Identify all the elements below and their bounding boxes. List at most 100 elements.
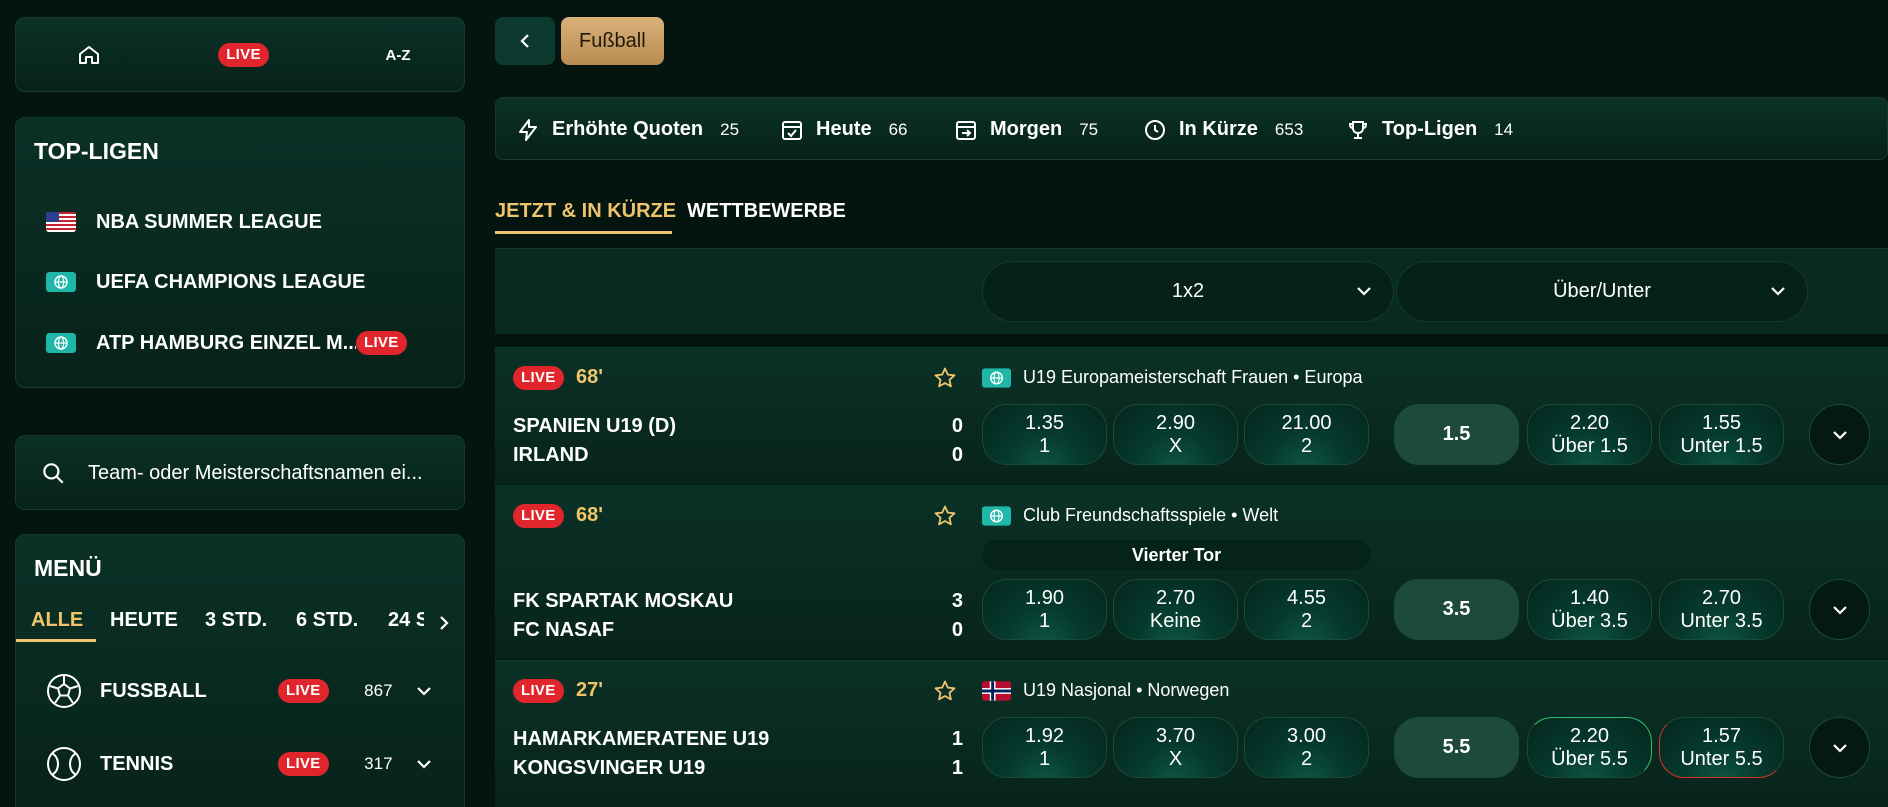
live-badge: LIVE (278, 679, 329, 703)
quick-boosted-odds[interactable]: Erhöhte Quoten 25 (516, 98, 739, 161)
odd-button-over[interactable]: 1.40 Über 3.5 (1527, 579, 1652, 640)
odd-button-away[interactable]: 3.00 2 (1244, 717, 1369, 778)
odd-value: 2.70 (1156, 587, 1195, 609)
odd-label: X (1168, 748, 1183, 770)
odd-button-over[interactable]: 2.20 Über 1.5 (1527, 404, 1652, 465)
odd-button-over[interactable]: 2.20 Über 5.5 (1527, 717, 1652, 778)
az-button[interactable]: A-Z (378, 38, 418, 72)
quick-tomorrow[interactable]: Morgen 75 (954, 98, 1098, 161)
odd-value: 1.57 (1702, 725, 1741, 747)
chevron-down-icon[interactable] (415, 682, 433, 700)
chevron-left-icon (520, 34, 529, 48)
market-header: 1x2 Über/Unter (495, 248, 1888, 334)
odd-value: 21.00 (1281, 412, 1332, 434)
market-select-over-under[interactable]: Über/Unter (1396, 261, 1808, 322)
market-select-1x2[interactable]: 1x2 (982, 261, 1394, 322)
match-minute: 68' (576, 504, 604, 526)
us-flag-icon (46, 212, 76, 232)
odd-label: Über 5.5 (1551, 748, 1628, 770)
sport-item-football[interactable]: FUSSBALL LIVE 867 (46, 669, 440, 713)
league-item-atp[interactable]: ATP HAMBURG EINZEL M... LIVE (46, 323, 438, 363)
globe-icon (46, 333, 76, 353)
sport-item-tennis[interactable]: TENNIS LIVE 317 (46, 742, 440, 786)
clock-icon (1145, 119, 1165, 140)
odd-label: Über 1.5 (1551, 435, 1628, 457)
odd-button-draw[interactable]: 2.90 X (1113, 404, 1238, 465)
odd-label: 1 (1038, 610, 1051, 632)
odd-button-under[interactable]: 2.70 Unter 3.5 (1659, 579, 1784, 640)
match-minute: 68' (576, 366, 604, 388)
search-panel (15, 435, 465, 510)
league-name: NBA SUMMER LEAGUE (96, 210, 322, 233)
sport-chip-football[interactable]: Fußball (561, 17, 664, 65)
away-score: 0 (951, 619, 963, 641)
odd-label: Unter 5.5 (1680, 748, 1763, 770)
odd-value: 2.90 (1156, 412, 1195, 434)
away-team: KONGSVINGER U19 (513, 757, 706, 779)
live-badge: LIVE (218, 43, 269, 67)
quick-label: Heute (816, 118, 872, 140)
odd-value: 1.90 (1025, 587, 1064, 609)
odd-button-away[interactable]: 21.00 2 (1244, 404, 1369, 465)
expand-match-button[interactable] (1809, 579, 1870, 640)
odd-button-home[interactable]: 1.90 1 (982, 579, 1107, 640)
star-icon[interactable] (933, 679, 957, 703)
home-button[interactable] (74, 38, 104, 72)
back-button[interactable] (495, 17, 555, 65)
odd-button-draw[interactable]: 3.70 X (1113, 717, 1238, 778)
market-label: Über/Unter (1553, 280, 1651, 302)
quick-count: 14 (1494, 119, 1514, 139)
filter-tab-3h[interactable]: 3 STD. (205, 609, 267, 632)
globe-icon (982, 506, 1011, 526)
competition-name: U19 Europameisterschaft Frauen • Europa (1023, 367, 1363, 387)
lightning-icon (519, 118, 537, 141)
globe-icon (982, 368, 1011, 388)
search-input[interactable] (88, 458, 448, 488)
odd-label: 2 (1300, 610, 1313, 632)
expand-match-button[interactable] (1809, 717, 1870, 778)
odd-button-home[interactable]: 1.35 1 (982, 404, 1107, 465)
live-badge: LIVE (513, 679, 564, 703)
live-badge: LIVE (513, 366, 564, 390)
chevron-down-icon[interactable] (415, 755, 433, 773)
tab-competitions[interactable]: WETTBEWERBE (687, 200, 846, 223)
live-badge: LIVE (356, 331, 407, 355)
odd-button-under[interactable]: 1.55 Unter 1.5 (1659, 404, 1784, 465)
chevron-right-icon[interactable] (436, 613, 452, 633)
filter-tab-24h[interactable]: 24 S (388, 609, 424, 632)
sport-count: 317 (364, 754, 393, 773)
odd-value: 4.55 (1287, 587, 1326, 609)
away-score: 1 (951, 757, 963, 779)
quick-top-leagues[interactable]: Top-Ligen 14 (1346, 98, 1513, 161)
star-icon[interactable] (933, 504, 957, 528)
filter-tab-all[interactable]: ALLE (31, 609, 83, 632)
league-item-ucl[interactable]: UEFA CHAMPIONS LEAGUE (46, 262, 438, 302)
quick-today[interactable]: Heute 66 (780, 98, 908, 161)
quick-label: Erhöhte Quoten (552, 118, 704, 140)
league-item-nba[interactable]: NBA SUMMER LEAGUE (46, 202, 438, 242)
quick-label: Top-Ligen (1382, 118, 1478, 140)
filter-tab-today[interactable]: HEUTE (110, 609, 178, 632)
live-nav-button[interactable]: LIVE (216, 38, 271, 72)
odd-button-under[interactable]: 1.57 Unter 5.5 (1659, 717, 1784, 778)
league-name: ATP HAMBURG EINZEL M... (96, 331, 356, 354)
competition-name: Club Freundschaftsspiele • Welt (1023, 505, 1279, 525)
quick-soon[interactable]: In Kürze 653 (1143, 98, 1303, 161)
star-icon[interactable] (933, 366, 957, 390)
chevron-down-icon (1357, 287, 1371, 296)
odd-button-none[interactable]: 2.70 Keine (1113, 579, 1238, 640)
sport-name: TENNIS (100, 752, 174, 775)
odd-button-away[interactable]: 4.55 2 (1244, 579, 1369, 640)
odd-value: 3.70 (1156, 725, 1195, 747)
filter-tab-6h[interactable]: 6 STD. (296, 609, 358, 632)
odd-label: 1 (1038, 748, 1051, 770)
home-team: SPANIEN U19 (D) (513, 415, 676, 437)
tab-now-and-soon[interactable]: JETZT & IN KÜRZE (495, 200, 676, 223)
live-badge: LIVE (278, 752, 329, 776)
odd-button-home[interactable]: 1.92 1 (982, 717, 1107, 778)
odd-value: 2.20 (1570, 725, 1609, 747)
chevron-down-icon (1832, 430, 1847, 440)
home-team: FK SPARTAK MOSKAU (513, 590, 734, 612)
expand-match-button[interactable] (1809, 404, 1870, 465)
odd-value: 1.35 (1025, 412, 1064, 434)
